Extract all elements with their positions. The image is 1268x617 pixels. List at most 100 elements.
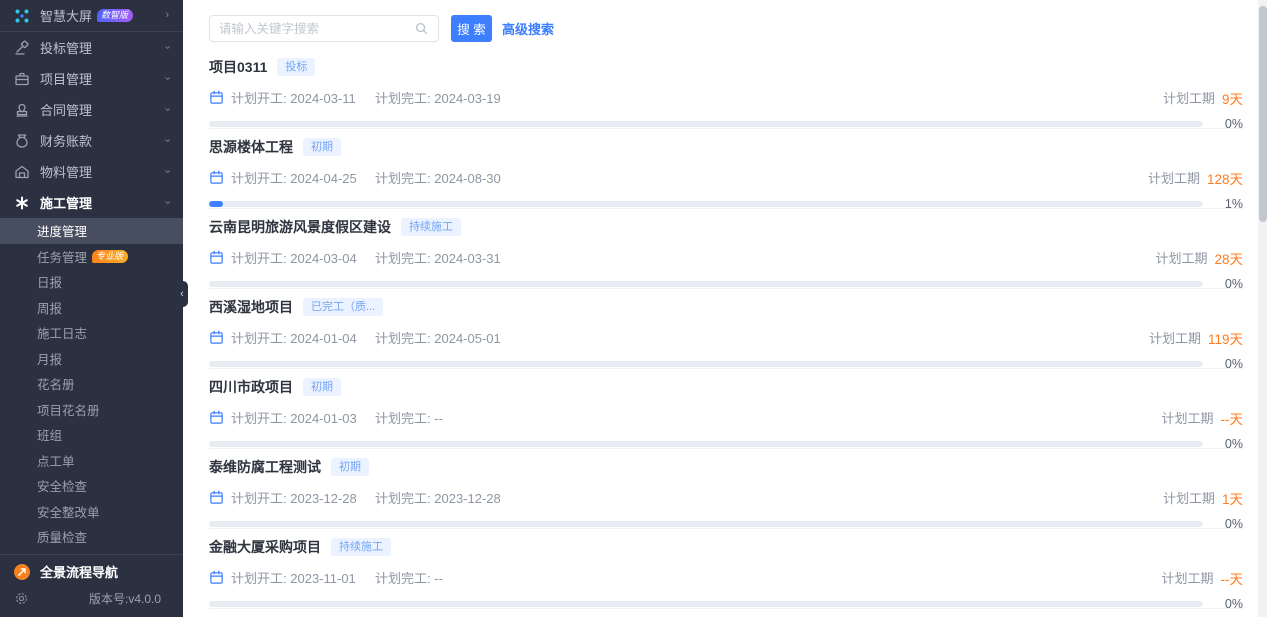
- money-bag-icon: [14, 133, 30, 149]
- edition-badge: 专业版: [92, 250, 128, 263]
- sidebar-subitem[interactable]: 安全检查: [0, 473, 183, 499]
- search-input[interactable]: [219, 22, 414, 36]
- progress-bar: [209, 201, 1203, 207]
- sidebar-item[interactable]: 投标管理 ›: [0, 32, 183, 63]
- version-row: 版本号:v4.0.0: [0, 585, 183, 611]
- gear-icon[interactable]: [14, 591, 29, 606]
- warehouse-icon: [14, 164, 30, 180]
- progress-percent: 0%: [1213, 277, 1243, 289]
- duration-days: --天: [1221, 408, 1244, 428]
- chevron-icon: ›: [165, 10, 169, 21]
- planned-duration: 计划工期 119天: [1149, 328, 1243, 348]
- project-status-tag: 初期: [303, 138, 341, 156]
- duration-days: 1天: [1222, 488, 1243, 508]
- sidebar-subitem[interactable]: 施工日志: [0, 320, 183, 346]
- sidebar-item[interactable]: 财务账款 ›: [0, 125, 183, 156]
- scrollbar-track[interactable]: [1258, 0, 1267, 617]
- sidebar-subitem[interactable]: 进度管理: [0, 218, 183, 244]
- project-status-tag: 持续施工: [331, 538, 391, 556]
- calendar-icon: [209, 90, 224, 105]
- sidebar-item[interactable]: 物料管理 ›: [0, 156, 183, 187]
- project-status-tag: 持续施工: [401, 218, 461, 236]
- version-label: 版本号:v4.0.0: [89, 590, 161, 607]
- progress-percent: 0%: [1213, 597, 1243, 609]
- planned-end-date: 计划完工: 2024-03-31: [375, 248, 501, 267]
- sidebar-subitem[interactable]: 点工单: [0, 448, 183, 474]
- project-card[interactable]: 四川市政项目 初期 计划开工: 2024-01-03 计划完工: -- 计划工期…: [209, 369, 1243, 449]
- search-button[interactable]: 搜 索: [451, 15, 492, 42]
- project-name: 云南昆明旅游风景度假区建设: [209, 217, 391, 237]
- progress-bar: [209, 121, 1203, 127]
- sidebar-item[interactable]: 施工管理 ›: [0, 187, 183, 218]
- project-name: 项目0311: [209, 57, 267, 77]
- app-root: 智慧大屏 数智版 › 投标管理 › 项目管理 › 合同管理 › 财务账款 › 物…: [0, 0, 1268, 617]
- planned-duration: 计划工期 28天: [1155, 248, 1243, 268]
- sidebar-submenu: 进度管理 任务管理 专业版 日报 周报 施工日志 月报 花名册 项目花名册 班组…: [0, 218, 183, 550]
- planned-start-date: 计划开工: 2023-12-28: [231, 488, 375, 507]
- planned-start-date: 计划开工: 2023-11-01: [231, 568, 375, 587]
- collapse-chevron-icon: ‹: [180, 288, 184, 300]
- project-card[interactable]: 项目0311 投标 计划开工: 2024-03-11 计划完工: 2024-03…: [209, 49, 1243, 129]
- calendar-icon: [209, 570, 224, 585]
- sidebar-item[interactable]: 项目管理 ›: [0, 63, 183, 94]
- project-card[interactable]: 西溪湿地项目 已完工（质... 计划开工: 2024-01-04 计划完工: 2…: [209, 289, 1243, 369]
- sidebar-subitem[interactable]: 班组: [0, 422, 183, 448]
- chevron-icon: ›: [162, 46, 173, 50]
- progress-percent: 0%: [1213, 437, 1243, 449]
- planned-start-date: 计划开工: 2024-04-25: [231, 168, 375, 187]
- search-bar: 搜 索 高级搜索: [209, 15, 1243, 42]
- chevron-icon: ›: [162, 201, 173, 205]
- calendar-icon: [209, 330, 224, 345]
- sidebar-subitem[interactable]: 质量检查: [0, 524, 183, 550]
- progress-fill: [209, 201, 223, 207]
- project-name: 金融大厦采购项目: [209, 537, 321, 557]
- project-status-tag: 已完工（质...: [303, 298, 383, 316]
- planned-duration: 计划工期 --天: [1161, 408, 1243, 428]
- briefcase-icon: [14, 71, 30, 87]
- planned-end-date: 计划完工: --: [375, 568, 443, 587]
- project-card[interactable]: 思源楼体工程 初期 计划开工: 2024-04-25 计划完工: 2024-08…: [209, 129, 1243, 209]
- sidebar-subitem[interactable]: 任务管理 专业版: [0, 244, 183, 270]
- sidebar-subitem[interactable]: 月报: [0, 346, 183, 372]
- planned-duration: 计划工期 --天: [1161, 568, 1243, 588]
- sidebar-item-panorama-nav[interactable]: 全景流程导航: [0, 555, 183, 589]
- project-list: 项目0311 投标 计划开工: 2024-03-11 计划完工: 2024-03…: [209, 49, 1243, 609]
- progress-bar: [209, 521, 1203, 527]
- project-status-tag: 投标: [277, 58, 315, 76]
- sidebar-subitem[interactable]: 花名册: [0, 371, 183, 397]
- sidebar-subitem[interactable]: 安全整改单: [0, 499, 183, 525]
- edition-badge: 数智版: [97, 9, 133, 22]
- calendar-icon: [209, 250, 224, 265]
- project-name: 四川市政项目: [209, 377, 293, 397]
- sidebar-item[interactable]: 智慧大屏 数智版 ›: [0, 0, 183, 32]
- sidebar-subitem[interactable]: 周报: [0, 295, 183, 321]
- sidebar-main-nav: 智慧大屏 数智版 › 投标管理 › 项目管理 › 合同管理 › 财务账款 › 物…: [0, 0, 183, 218]
- project-name: 泰维防腐工程测试: [209, 457, 321, 477]
- sidebar: 智慧大屏 数智版 › 投标管理 › 项目管理 › 合同管理 › 财务账款 › 物…: [0, 0, 183, 617]
- sidebar-item[interactable]: 合同管理 ›: [0, 94, 183, 125]
- project-name: 西溪湿地项目: [209, 297, 293, 317]
- sidebar-subitem[interactable]: 日报: [0, 269, 183, 295]
- sidebar-subitem[interactable]: 项目花名册: [0, 397, 183, 423]
- progress-percent: 0%: [1213, 517, 1243, 529]
- project-card[interactable]: 金融大厦采购项目 持续施工 计划开工: 2023-11-01 计划完工: -- …: [209, 529, 1243, 609]
- scrollbar-thumb[interactable]: [1259, 6, 1267, 222]
- main-content: 搜 索 高级搜索 项目0311 投标 计划开工: 2024-03-11 计划完工…: [183, 0, 1268, 617]
- planned-duration: 计划工期 9天: [1163, 88, 1243, 108]
- duration-days: 9天: [1222, 88, 1243, 108]
- project-card[interactable]: 云南昆明旅游风景度假区建设 持续施工 计划开工: 2024-03-04 计划完工…: [209, 209, 1243, 289]
- search-icon[interactable]: [414, 21, 429, 36]
- planned-end-date: 计划完工: 2024-03-19: [375, 88, 501, 107]
- progress-percent: 1%: [1213, 197, 1243, 209]
- duration-days: 119天: [1208, 328, 1243, 348]
- planned-start-date: 计划开工: 2024-03-11: [231, 88, 375, 107]
- progress-percent: 0%: [1213, 117, 1243, 129]
- project-card[interactable]: 泰维防腐工程测试 初期 计划开工: 2023-12-28 计划完工: 2023-…: [209, 449, 1243, 529]
- search-box: [209, 15, 439, 42]
- advanced-search-link[interactable]: 高级搜索: [502, 19, 554, 38]
- duration-days: --天: [1221, 568, 1244, 588]
- planned-start-date: 计划开工: 2024-01-04: [231, 328, 375, 347]
- chevron-icon: ›: [162, 77, 173, 81]
- stamp-icon: [14, 102, 30, 118]
- sidebar-collapse-handle[interactable]: ‹: [176, 281, 188, 307]
